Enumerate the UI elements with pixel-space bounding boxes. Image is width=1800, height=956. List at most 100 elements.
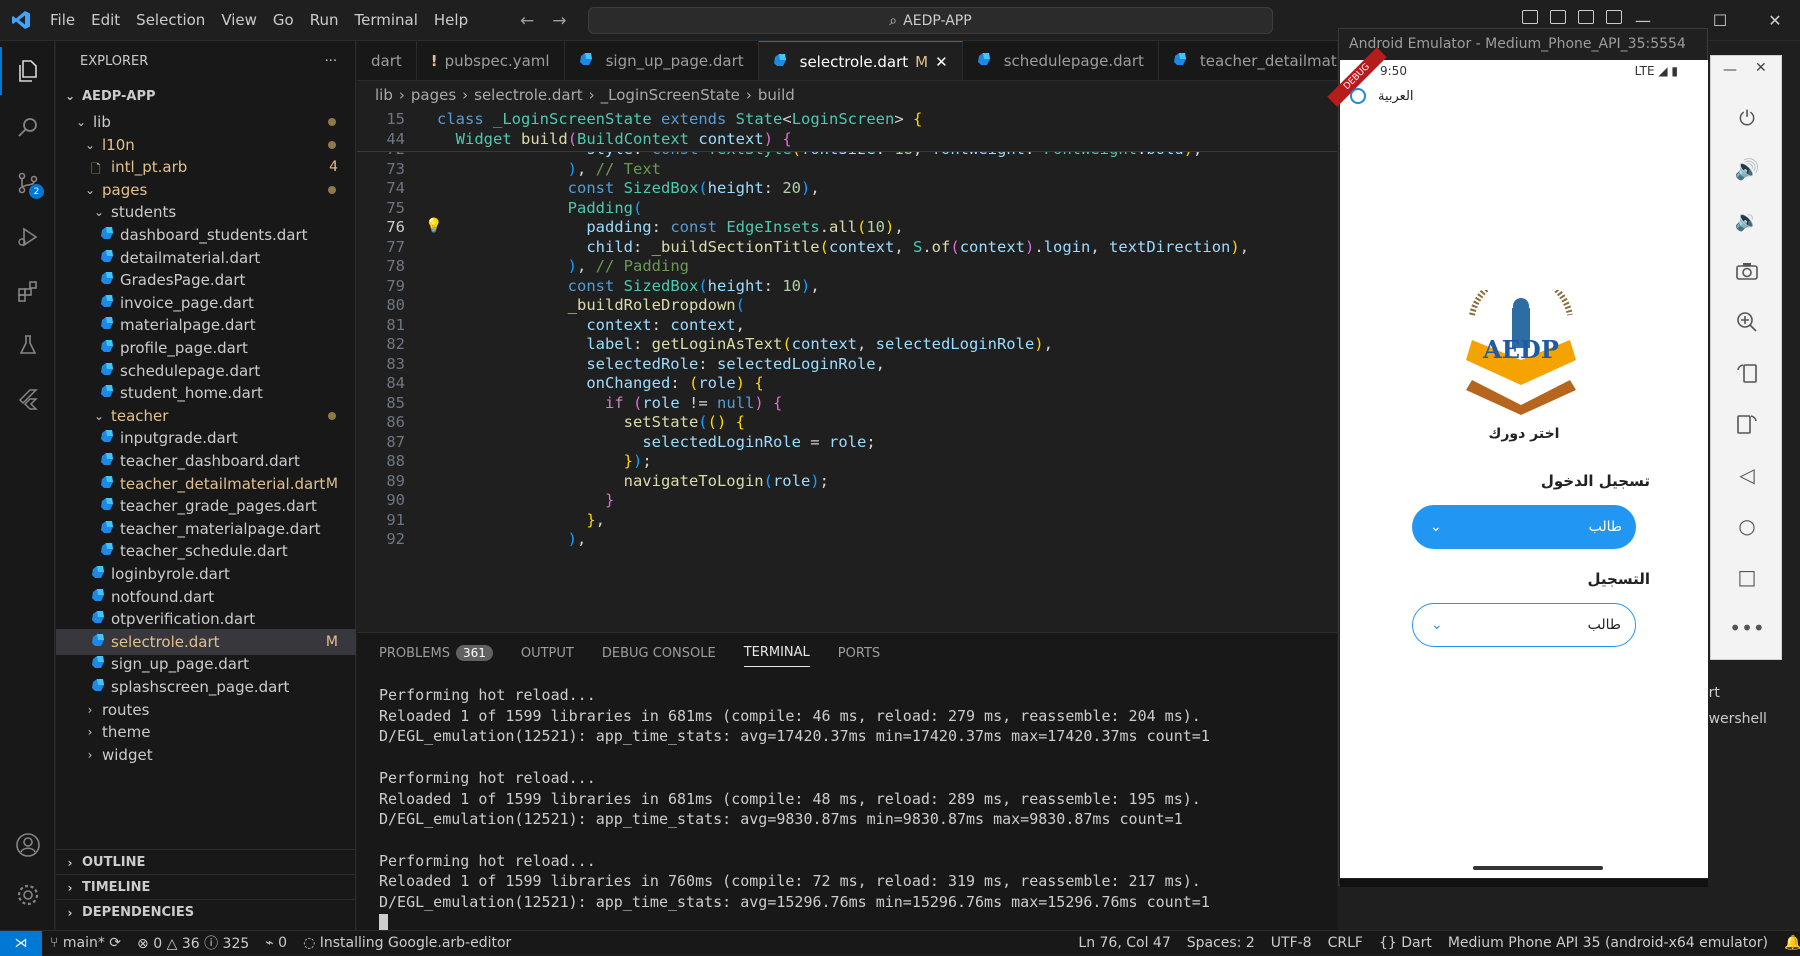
close-window-icon[interactable]: ✕ xyxy=(1752,0,1798,41)
account-icon[interactable] xyxy=(0,821,55,869)
overview-icon[interactable]: □ xyxy=(1711,557,1783,597)
code-editor[interactable]: 15 class _LoginScreenState extends State<… xyxy=(357,108,1337,632)
toggle-sidebar-icon[interactable] xyxy=(1522,10,1538,24)
rotate-right-icon[interactable] xyxy=(1711,404,1783,444)
menu-item-view[interactable]: View xyxy=(213,0,265,41)
emulator-close-icon[interactable]: ✕ xyxy=(1755,60,1767,76)
tab-schedulepage-dart[interactable]: schedulepage.dart xyxy=(963,41,1159,80)
search-view-icon[interactable] xyxy=(0,103,55,151)
remote-indicator-icon[interactable]: ⋊ xyxy=(0,930,42,956)
panel-tab-debug-console[interactable]: DEBUG CONSOLE xyxy=(602,646,716,661)
tab-selectrole-dart[interactable]: selectrole.dart M ✕ xyxy=(758,41,963,80)
line-number: 92 xyxy=(386,530,405,548)
more-options-icon[interactable]: ••• xyxy=(1711,608,1783,648)
terminal-list-item[interactable]: art xyxy=(1700,680,1767,706)
tab-pubspec-yaml[interactable]: ! pubspec.yaml xyxy=(417,41,565,80)
tab-label: dart xyxy=(371,52,402,70)
navigation-arrows: ← → xyxy=(520,0,567,41)
background-task[interactable]: ◌ Installing Google.arb-editor xyxy=(295,935,519,951)
signup-role-dropdown[interactable]: ⌄ طالب xyxy=(1412,603,1636,647)
close-tab-icon[interactable]: ✕ xyxy=(935,53,948,71)
language-switch[interactable]: العربية xyxy=(1350,88,1414,104)
tree-item-label: teacher xyxy=(111,406,169,425)
ports-count[interactable]: ⌁ 0 xyxy=(257,935,295,951)
sticky-line[interactable]: 44 Widget build(BuildContext context) { xyxy=(357,128,1337,151)
emulator-minimize-icon[interactable]: — xyxy=(1723,62,1737,78)
tree-item-label: teacher_dashboard.dart xyxy=(120,452,300,470)
explorer-icon[interactable] xyxy=(0,47,55,95)
line-endings[interactable]: CRLF xyxy=(1320,935,1371,951)
command-center-search[interactable]: ⌕ AEDP-APP xyxy=(588,7,1273,34)
menu-item-edit[interactable]: Edit xyxy=(83,0,128,41)
tab-teacher_detailmateria[interactable]: teacher_detailmateria xyxy=(1159,41,1337,80)
toggle-secondary-sidebar-icon[interactable] xyxy=(1578,10,1594,24)
forward-arrow-icon[interactable]: → xyxy=(552,11,566,31)
lightbulb-icon[interactable]: 💡 xyxy=(425,218,442,234)
volume-up-icon[interactable]: 🔊 xyxy=(1711,149,1783,189)
menu-item-file[interactable]: File xyxy=(42,0,83,41)
tree-item-label: intl_pt.arb xyxy=(111,158,188,177)
zoom-icon[interactable] xyxy=(1711,302,1783,342)
tree-item-label: l10n xyxy=(102,135,135,154)
line-number: 44 xyxy=(386,130,405,148)
notifications-bell-icon[interactable]: 🔔 xyxy=(1776,935,1800,951)
breadcrumb-item[interactable]: build xyxy=(758,86,795,104)
toggle-panel-icon[interactable] xyxy=(1550,10,1566,24)
indentation[interactable]: Spaces: 2 xyxy=(1179,935,1263,951)
folder-widget[interactable]: › widget xyxy=(56,742,356,768)
tab-dart[interactable]: dart xyxy=(357,41,417,80)
git-branch[interactable]: ⑂ main* ⟳ xyxy=(42,935,129,951)
explorer-sidebar: EXPLORER ··· ⌄ AEDP-APP ⌄ lib ⌄ l10n 🗋 intl_p… xyxy=(56,41,356,930)
home-gesture-bar[interactable] xyxy=(1473,866,1603,870)
tree-item-label: invoice_page.dart xyxy=(120,293,254,312)
dart-file-icon xyxy=(100,429,120,447)
menu-item-run[interactable]: Run xyxy=(302,0,347,41)
back-arrow-icon[interactable]: ← xyxy=(520,11,534,31)
breadcrumb: lib › pages › selectrole.dart › _LoginScreenSt… xyxy=(357,82,1337,108)
panel-tab-ports[interactable]: PORTS xyxy=(838,646,880,661)
run-debug-icon[interactable] xyxy=(0,213,55,261)
cursor-position[interactable]: Ln 76, Col 47 xyxy=(1070,935,1178,951)
power-icon[interactable]: ⏻ xyxy=(1711,98,1783,138)
login-role-dropdown[interactable]: ⌄ طالب xyxy=(1412,505,1636,549)
breadcrumb-item[interactable]: pages xyxy=(411,86,456,104)
more-actions-icon[interactable]: ··· xyxy=(325,54,337,69)
workspace-name: AEDP-APP xyxy=(903,12,972,29)
back-icon[interactable]: ◁ xyxy=(1711,455,1783,495)
section-dependencies[interactable]: › DEPENDENCIES xyxy=(56,899,356,925)
menu-item-help[interactable]: Help xyxy=(426,0,476,41)
testing-flask-icon[interactable] xyxy=(0,321,55,369)
source-control-icon[interactable]: 2 xyxy=(0,159,55,207)
extensions-icon[interactable] xyxy=(0,267,55,315)
menu-item-terminal[interactable]: Terminal xyxy=(347,0,426,41)
problems-summary[interactable]: ⊗ 0 △ 36 ⓘ 325 xyxy=(129,933,257,953)
settings-gear-icon[interactable] xyxy=(0,871,55,919)
breadcrumb-separator: › xyxy=(462,86,469,104)
menu-item-go[interactable]: Go xyxy=(265,0,302,41)
target-device[interactable]: Medium Phone API 35 (android-x64 emulato… xyxy=(1440,935,1776,951)
language-mode[interactable]: {} Dart xyxy=(1371,935,1440,951)
camera-icon[interactable] xyxy=(1711,251,1783,291)
tab-sign_up_page-dart[interactable]: sign_up_page.dart xyxy=(565,41,759,80)
terminal-output[interactable]: Performing hot reload... Reloaded 1 of 15… xyxy=(379,685,1210,933)
chevron-right-icon: › xyxy=(67,905,73,920)
project-root[interactable]: ⌄ AEDP-APP xyxy=(56,83,356,109)
file-encoding[interactable]: UTF-8 xyxy=(1263,935,1320,951)
rotate-left-icon[interactable] xyxy=(1711,353,1783,393)
code-line[interactable]: 92 ), xyxy=(357,528,1337,551)
menu-item-selection[interactable]: Selection xyxy=(128,0,213,41)
terminal-list-item[interactable]: owershell xyxy=(1700,706,1767,732)
flutter-icon[interactable] xyxy=(0,375,55,423)
breadcrumb-item[interactable]: _LoginScreenState xyxy=(601,86,740,104)
volume-down-icon[interactable]: 🔉 xyxy=(1711,200,1783,240)
section-timeline[interactable]: › TIMELINE xyxy=(56,874,356,900)
home-icon[interactable]: ○ xyxy=(1711,506,1783,546)
login-role-value: طالب xyxy=(1588,519,1622,535)
panel-tab-problems[interactable]: PROBLEMS 361 xyxy=(379,644,493,661)
panel-tab-terminal[interactable]: TERMINAL xyxy=(743,645,810,667)
panel-tab-output[interactable]: OUTPUT xyxy=(521,646,574,661)
section-outline[interactable]: › OUTLINE xyxy=(56,849,356,875)
breadcrumb-item[interactable]: lib xyxy=(375,86,393,104)
chevron-down-icon: ⌄ xyxy=(75,115,87,129)
breadcrumb-item[interactable]: selectrole.dart xyxy=(474,86,583,104)
